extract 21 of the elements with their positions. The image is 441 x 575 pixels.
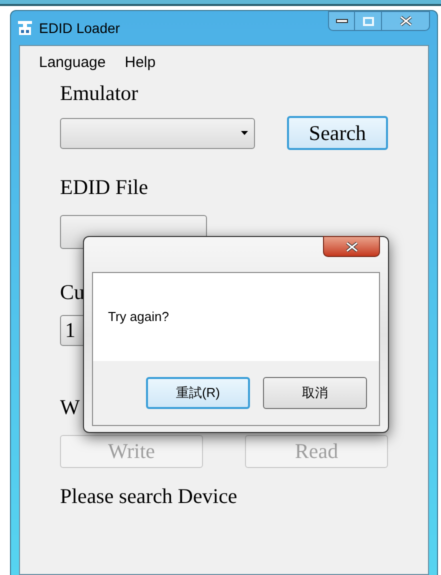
emulator-dropdown[interactable]: [60, 118, 255, 148]
section-label: W: [60, 394, 80, 420]
search-button[interactable]: Search: [287, 116, 388, 150]
retry-button[interactable]: 重試(R): [146, 377, 250, 409]
minimize-button[interactable]: [328, 11, 355, 31]
window-title: EDID Loader: [39, 18, 120, 38]
close-icon: [346, 242, 358, 252]
dropdown-arrow-icon: [241, 131, 248, 135]
app-icon: [17, 20, 33, 36]
emulator-label: Emulator: [60, 80, 140, 106]
section-label: Cu: [60, 279, 85, 305]
dialog-message: Try again?: [108, 308, 169, 326]
close-icon: [400, 16, 412, 26]
status-text: Please search Device: [60, 483, 238, 509]
close-button[interactable]: [323, 236, 380, 257]
menu-item[interactable]: Help: [124, 52, 156, 75]
menu-item[interactable]: Language: [39, 52, 106, 75]
edid-file-label: EDID File: [60, 174, 150, 200]
cancel-button[interactable]: 取消: [263, 377, 367, 409]
maximize-button[interactable]: [355, 11, 382, 31]
close-button[interactable]: [382, 11, 430, 31]
